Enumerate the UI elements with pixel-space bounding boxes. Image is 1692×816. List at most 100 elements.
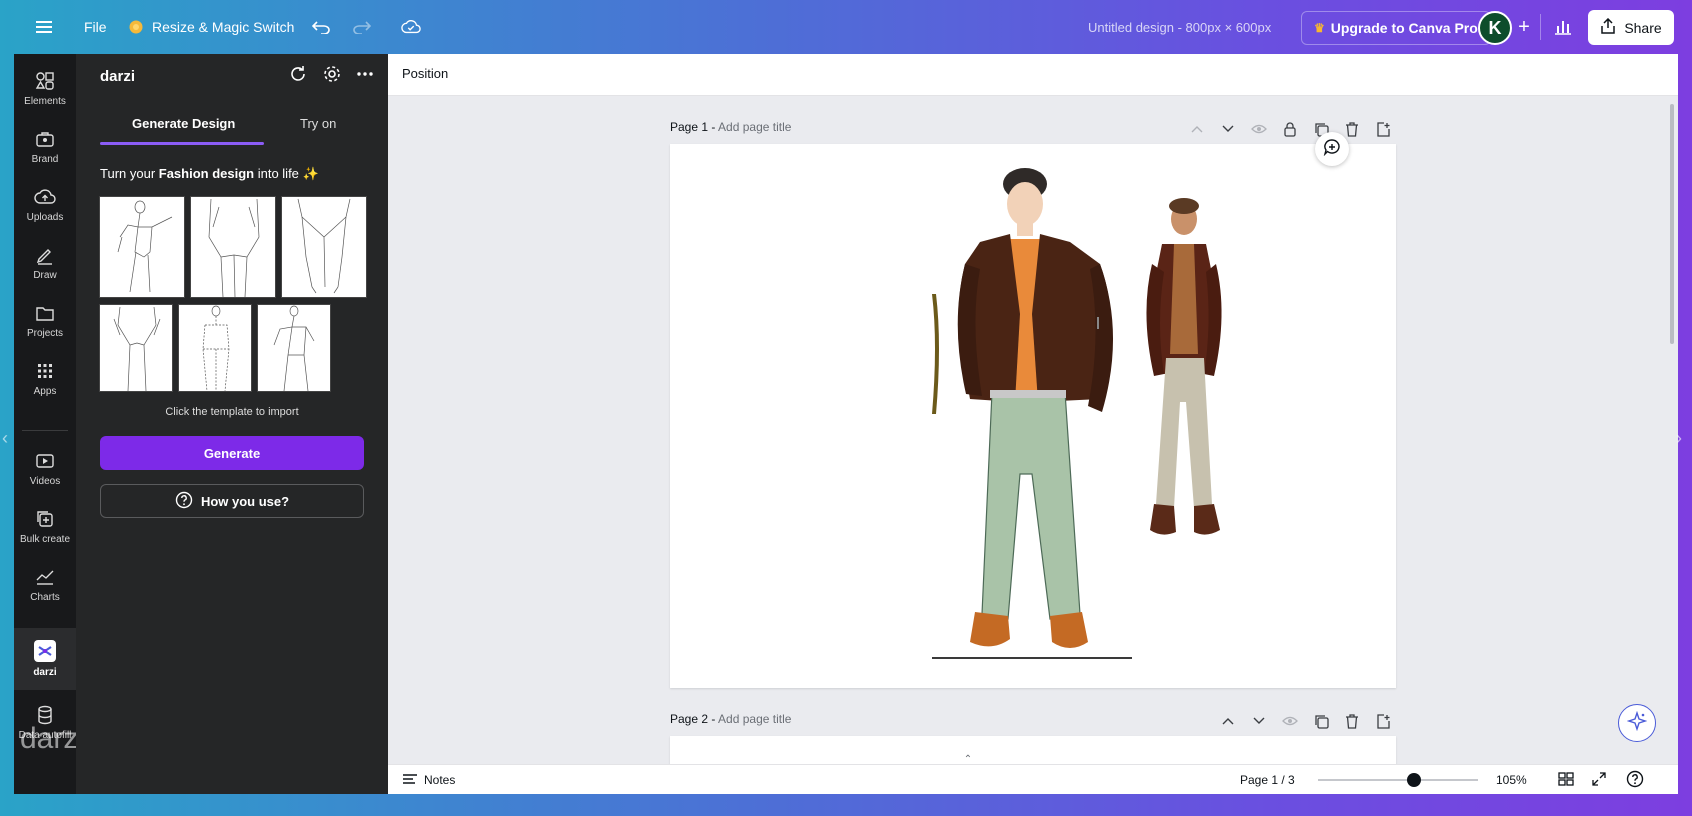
rail-label: Uploads — [26, 212, 64, 223]
design-title[interactable]: Untitled design - 800px × 600px — [1088, 0, 1271, 54]
page-1-title-input[interactable]: Add page title — [718, 120, 791, 134]
tab-generate-design[interactable]: Generate Design — [132, 116, 235, 131]
rail-item-darzi[interactable]: darzi — [14, 628, 76, 690]
page-2-tools — [1219, 712, 1392, 730]
panel-tabs: Generate Design Try on — [100, 116, 364, 146]
grid-view-button[interactable] — [1558, 765, 1574, 795]
how-label: How you use? — [200, 493, 290, 509]
rail-item-brand[interactable]: Brand — [14, 118, 76, 176]
generate-button[interactable]: Generate — [100, 436, 364, 470]
share-button[interactable]: Share — [1588, 10, 1674, 45]
rail-label: Draw — [33, 270, 57, 281]
vertical-scrollbar[interactable] — [1670, 104, 1674, 344]
draw-icon — [34, 245, 56, 265]
page-1-prefix: Page 1 - — [670, 120, 719, 134]
add-collaborator-button[interactable]: + — [1514, 0, 1534, 54]
undo-button[interactable] — [311, 0, 331, 54]
avatar[interactable]: K — [1478, 11, 1512, 45]
video-icon — [34, 451, 56, 471]
rail-label: Videos — [29, 476, 61, 487]
resize-magic-switch-button[interactable]: Resize & Magic Switch — [126, 0, 294, 54]
chevron-right-icon[interactable]: › — [1676, 428, 1682, 449]
template-thumbnail[interactable] — [99, 304, 173, 392]
lock-icon[interactable] — [1281, 120, 1299, 138]
bulk-create-icon — [34, 509, 56, 529]
rail-item-projects[interactable]: Projects — [14, 292, 76, 350]
left-rail: Elements Brand Uploads Draw Projects App… — [14, 54, 76, 794]
redo-button[interactable] — [352, 0, 372, 54]
hide-page-icon[interactable] — [1250, 120, 1268, 138]
how-to-use-button[interactable]: How you use? — [100, 484, 364, 518]
upgrade-pro-button[interactable]: ♛ Upgrade to Canva Pro — [1301, 11, 1491, 45]
rail-item-elements[interactable]: Elements — [14, 60, 76, 118]
rail-label: Apps — [33, 386, 57, 397]
upload-icon — [34, 187, 56, 207]
chevron-left-icon[interactable]: ‹ — [2, 428, 8, 449]
template-thumbnail[interactable] — [178, 304, 252, 392]
position-button[interactable]: Position — [402, 66, 448, 81]
zoom-slider-handle[interactable] — [1407, 773, 1421, 787]
notes-icon — [402, 773, 418, 788]
rail-item-draw[interactable]: Draw — [14, 234, 76, 292]
share-icon — [1600, 17, 1616, 37]
chevron-down-icon[interactable] — [1219, 120, 1237, 138]
chevron-up-icon[interactable]: ⌃ — [958, 754, 978, 764]
file-menu[interactable]: File — [84, 0, 107, 54]
rail-item-apps[interactable]: Apps — [14, 350, 76, 408]
folder-icon — [34, 303, 56, 323]
top-bar: File Resize & Magic Switch Untitled desi… — [0, 0, 1692, 54]
insights-button[interactable] — [1553, 0, 1573, 54]
more-options-icon[interactable] — [356, 64, 374, 89]
chevron-down-icon[interactable] — [1250, 712, 1268, 730]
page-2-label: Page 2 - Add page title — [670, 712, 791, 726]
delete-page-icon[interactable] — [1343, 712, 1361, 730]
page-1-canvas[interactable] — [670, 144, 1396, 688]
fullscreen-button[interactable] — [1592, 765, 1606, 795]
zoom-slider-track[interactable] — [1318, 779, 1478, 781]
resize-label: Resize & Magic Switch — [152, 19, 295, 35]
gear-icon[interactable] — [322, 64, 342, 89]
cloud-save-status[interactable] — [401, 0, 421, 54]
template-thumbnail[interactable] — [190, 196, 276, 298]
rail-item-charts[interactable]: Charts — [14, 556, 76, 614]
rail-item-bulk-create[interactable]: Bulk create — [14, 498, 76, 556]
delete-page-icon[interactable] — [1343, 120, 1361, 138]
cloud-check-icon — [401, 17, 421, 37]
redo-icon — [352, 17, 372, 37]
model-photo — [1146, 198, 1222, 535]
chevron-up-icon[interactable] — [1188, 120, 1206, 138]
tab-try-on[interactable]: Try on — [300, 116, 336, 131]
template-thumbnail[interactable] — [99, 196, 185, 298]
undo-icon — [311, 17, 331, 37]
add-page-icon[interactable] — [1374, 120, 1392, 138]
tagline-bold: Fashion design — [158, 166, 255, 181]
rail-item-uploads[interactable]: Uploads — [14, 176, 76, 234]
brand-icon — [34, 129, 56, 149]
notes-label: Notes — [424, 773, 456, 787]
darzi-app-icon — [34, 640, 56, 662]
rail-item-videos[interactable]: Videos — [14, 440, 76, 498]
page-indicator[interactable]: Page 1 / 3 — [1240, 765, 1295, 795]
page-1-label: Page 1 - Add page title — [670, 120, 791, 134]
hide-page-icon[interactable] — [1281, 712, 1299, 730]
template-thumbnail[interactable] — [281, 196, 367, 298]
page-2-prefix: Page 2 - — [670, 712, 719, 726]
comment-plus-icon — [1323, 138, 1341, 161]
notes-button[interactable]: Notes — [402, 765, 455, 795]
fashion-illustration-image[interactable] — [670, 144, 1396, 688]
tagline-post: into life ✨ — [254, 166, 319, 181]
chevron-up-icon[interactable] — [1219, 712, 1237, 730]
refresh-icon[interactable] — [288, 64, 308, 89]
magic-assistant-button[interactable] — [1618, 704, 1656, 742]
add-page-icon[interactable] — [1374, 712, 1392, 730]
share-label: Share — [1624, 19, 1662, 36]
add-comment-button[interactable] — [1315, 132, 1349, 166]
main-menu-button[interactable] — [34, 0, 54, 54]
page-2-title-input[interactable]: Add page title — [718, 712, 791, 726]
page-2-canvas[interactable] — [670, 736, 1396, 764]
duplicate-page-icon[interactable] — [1312, 712, 1330, 730]
help-button[interactable] — [1626, 765, 1644, 795]
template-thumbnail[interactable] — [257, 304, 331, 392]
apps-icon — [34, 361, 56, 381]
zoom-level[interactable]: 105% — [1496, 765, 1527, 795]
